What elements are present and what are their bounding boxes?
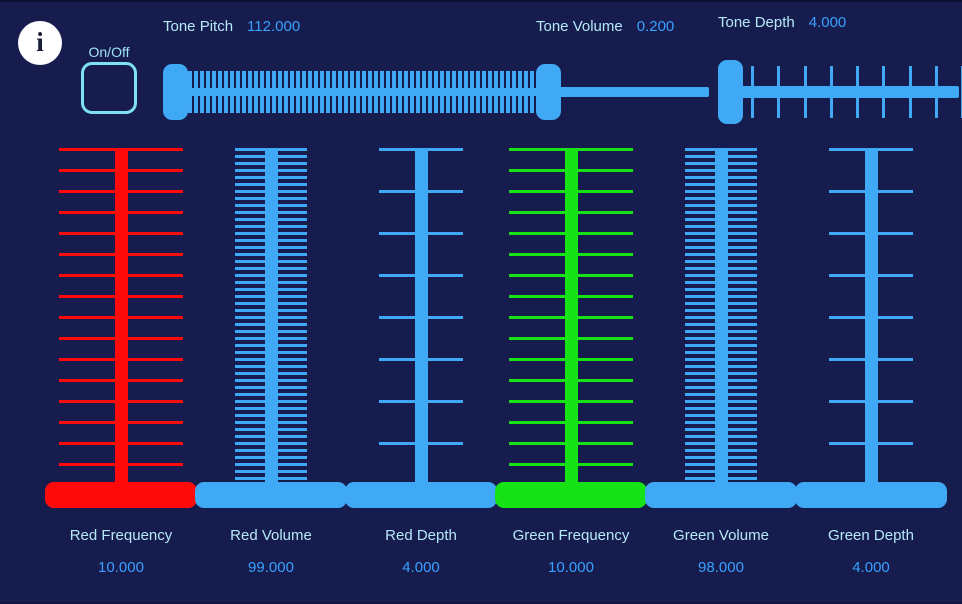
slider-red-volume-value: 99.000 [248, 559, 294, 576]
slider-red-depth-thumb[interactable] [345, 482, 497, 508]
slider-green-frequency-thumb[interactable] [495, 482, 647, 508]
slider-green-frequency[interactable]: Green Frequency 10.000 [495, 142, 647, 604]
slider-green-depth-stem[interactable] [864, 148, 878, 496]
slider-red-depth-value: 4.000 [402, 559, 440, 576]
slider-green-volume-value: 98.000 [698, 559, 744, 576]
slider-tone-pitch-header: Tone Pitch 112.000 [163, 18, 300, 35]
slider-green-depth-value: 4.000 [852, 559, 890, 576]
slider-tone-volume-track[interactable] [559, 87, 709, 97]
slider-tone-depth-tick [804, 66, 807, 118]
slider-tone-pitch-thumb[interactable] [163, 64, 188, 120]
slider-green-depth-thumb[interactable] [795, 482, 947, 508]
slider-green-frequency-stem[interactable] [564, 148, 578, 496]
info-glyph: i [36, 26, 44, 57]
slider-green-depth[interactable]: Green Depth 4.000 [795, 142, 947, 604]
slider-green-volume-stem[interactable] [714, 148, 728, 496]
slider-tone-depth[interactable]: Tone Depth 4.000 [718, 14, 962, 124]
slider-red-depth-label: Red Depth [385, 527, 457, 544]
slider-tone-depth-tick [909, 66, 912, 118]
slider-tone-depth-tick [751, 66, 754, 118]
slider-tone-volume-label: Tone Volume [536, 18, 623, 35]
slider-tone-depth-tick [935, 66, 938, 118]
slider-tone-pitch-centerline [186, 88, 536, 96]
slider-tone-depth-label: Tone Depth [718, 14, 795, 31]
slider-green-frequency-value: 10.000 [548, 559, 594, 576]
slider-tone-pitch-value: 112.000 [247, 18, 301, 35]
slider-tone-volume-value: 0.200 [636, 18, 675, 35]
info-icon[interactable]: i [18, 21, 62, 65]
slider-red-volume-stem[interactable] [264, 148, 278, 496]
slider-green-volume-label: Green Volume [673, 527, 769, 544]
slider-red-frequency-label: Red Frequency [69, 527, 173, 544]
slider-red-frequency-stem[interactable] [114, 148, 128, 496]
slider-red-volume-label: Red Volume [230, 527, 312, 544]
slider-tone-depth-tick [830, 66, 833, 118]
slider-red-depth-stem[interactable] [414, 148, 428, 496]
slider-tone-depth-track[interactable] [741, 86, 959, 98]
control-panel-window: i On/Off Tone Pitch 112.000 Tone Volume 0.2… [0, 0, 962, 602]
slider-tone-pitch[interactable]: Tone Pitch 112.000 [163, 18, 538, 120]
slider-tone-depth-thumb[interactable] [718, 60, 743, 124]
onoff-checkbox[interactable] [81, 62, 137, 114]
slider-tone-depth-value: 4.000 [808, 14, 847, 31]
slider-tone-pitch-label: Tone Pitch [163, 18, 234, 35]
slider-red-frequency[interactable]: Red Frequency 10.000 [45, 142, 197, 604]
slider-tone-volume[interactable]: Tone Volume 0.200 [536, 18, 711, 120]
slider-tone-volume-header: Tone Volume 0.200 [536, 18, 674, 35]
slider-red-frequency-value: 10.000 [98, 559, 144, 576]
onoff-label: On/Off [88, 44, 130, 60]
slider-tone-depth-tick [777, 66, 780, 118]
slider-tone-depth-header: Tone Depth 4.000 [718, 14, 846, 31]
slider-green-frequency-label: Green Frequency [512, 527, 630, 544]
slider-tone-depth-tick [856, 66, 859, 118]
slider-tone-depth-tick [882, 66, 885, 118]
slider-green-volume[interactable]: Green Volume 98.000 [645, 142, 797, 604]
onoff-control: On/Off [78, 44, 140, 114]
slider-tone-volume-thumb[interactable] [536, 64, 561, 120]
slider-red-frequency-thumb[interactable] [45, 482, 197, 508]
slider-green-depth-label: Green Depth [828, 527, 914, 544]
slider-red-volume-thumb[interactable] [195, 482, 347, 508]
slider-green-volume-thumb[interactable] [645, 482, 797, 508]
slider-red-depth[interactable]: Red Depth 4.000 [345, 142, 497, 604]
slider-red-volume[interactable]: Red Volume 99.000 [195, 142, 347, 604]
